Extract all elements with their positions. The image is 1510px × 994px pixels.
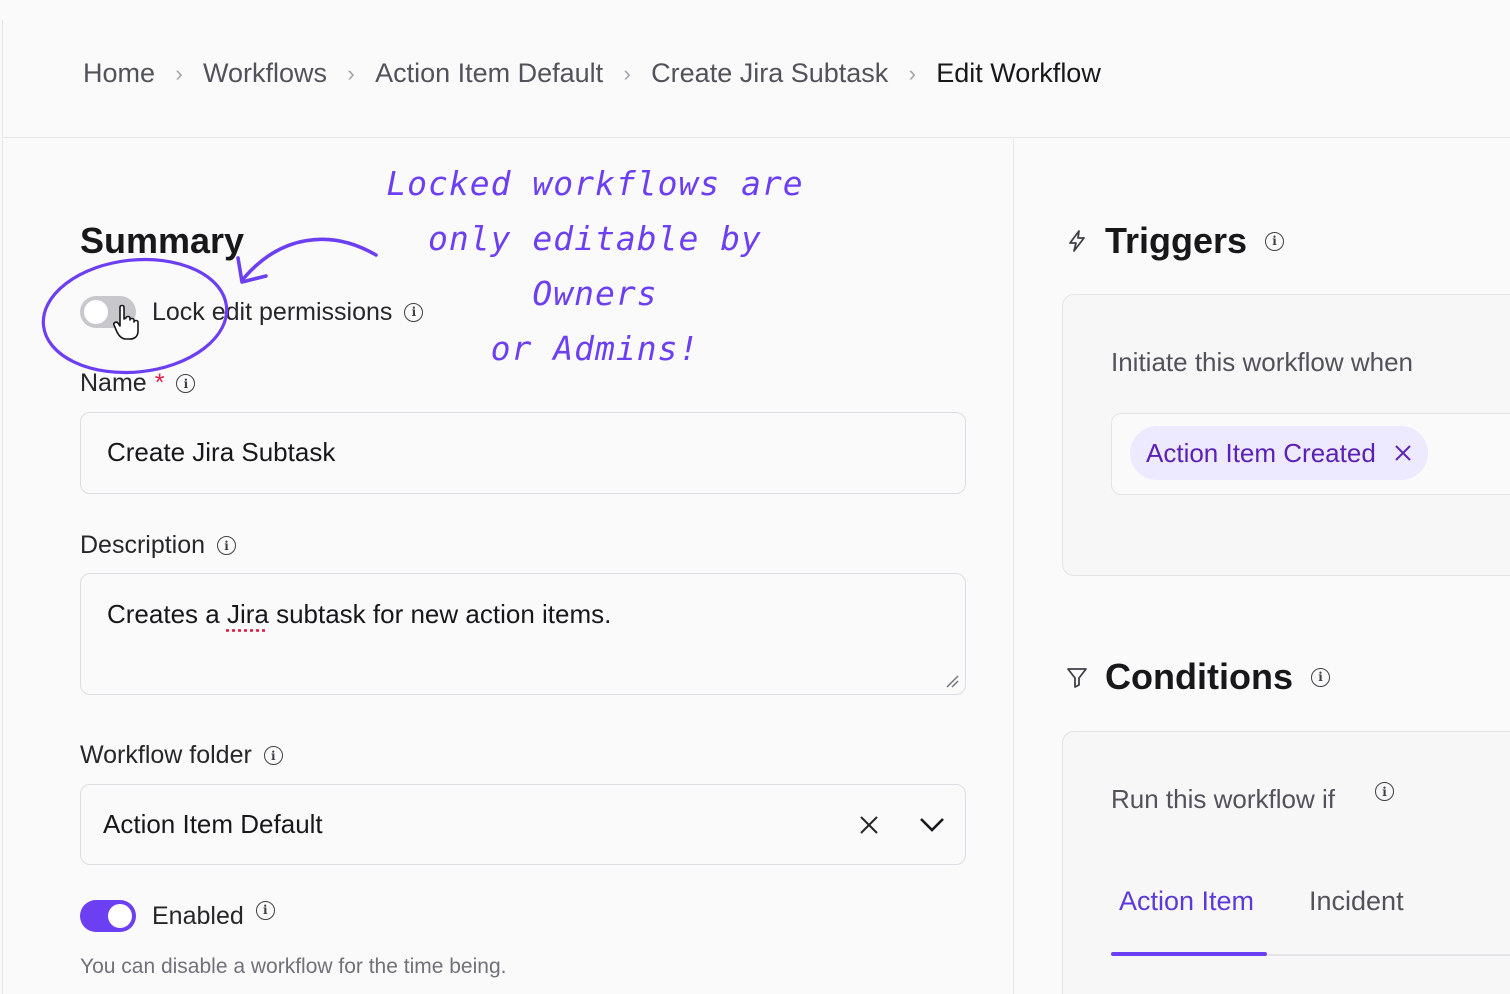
description-text: Creates a Jira subtask for new action it… bbox=[107, 599, 611, 630]
breadcrumb-workflows[interactable]: Workflows bbox=[203, 58, 327, 89]
spellcheck-word: Jira bbox=[226, 599, 269, 629]
tab-divider bbox=[1267, 954, 1510, 956]
chevron-right-icon: › bbox=[175, 60, 183, 86]
page-header: Home › Workflows › Action Item Default ›… bbox=[2, 20, 1510, 138]
annotation-line: Locked workflows are bbox=[386, 164, 804, 203]
description-label-row: Description i bbox=[80, 531, 237, 560]
description-label: Description bbox=[80, 531, 206, 559]
triggers-heading: Triggers i bbox=[1065, 220, 1285, 262]
triggers-card: Initiate this workflow when Action Item … bbox=[1062, 294, 1510, 576]
conditions-title: Conditions bbox=[1105, 656, 1293, 697]
folder-select[interactable]: Action Item Default bbox=[80, 784, 966, 865]
conditions-card: Run this workflow if i Action Item Incid… bbox=[1062, 731, 1510, 994]
chevron-right-icon: › bbox=[908, 60, 916, 86]
tab-incident[interactable]: Incident bbox=[1309, 886, 1404, 917]
enabled-label: Enabled bbox=[152, 901, 244, 930]
chevron-down-icon[interactable] bbox=[919, 815, 945, 833]
info-icon[interactable]: i bbox=[217, 536, 237, 555]
filter-icon bbox=[1067, 668, 1087, 688]
name-input[interactable]: Create Jira Subtask bbox=[80, 412, 966, 494]
breadcrumb-workflow[interactable]: Create Jira Subtask bbox=[651, 58, 888, 89]
name-label-row: Name * i bbox=[80, 369, 196, 398]
triggers-title: Triggers bbox=[1105, 220, 1248, 261]
summary-title: Summary bbox=[80, 220, 245, 261]
enabled-row: Enabled i bbox=[80, 900, 275, 932]
folder-label-row: Workflow folder i bbox=[80, 741, 283, 770]
annotation-line: only editable by Owners bbox=[428, 219, 762, 313]
enabled-help-text: You can disable a workflow for the time … bbox=[80, 955, 507, 978]
name-label: Name bbox=[80, 369, 147, 397]
info-icon[interactable]: i bbox=[176, 374, 196, 393]
annotation-line: or Admins! bbox=[490, 329, 700, 368]
info-icon[interactable]: i bbox=[263, 746, 283, 765]
toggle-knob bbox=[84, 300, 108, 324]
lock-permissions-label: Lock edit permissions bbox=[152, 297, 393, 326]
description-text-start: Creates a bbox=[107, 599, 227, 629]
trigger-chip[interactable]: Action Item Created bbox=[1130, 426, 1428, 480]
triggers-prompt: Initiate this workflow when bbox=[1111, 347, 1414, 377]
description-text-end: subtask for new action items. bbox=[268, 599, 612, 629]
breadcrumb: Home › Workflows › Action Item Default ›… bbox=[83, 58, 1101, 89]
resize-handle-icon[interactable] bbox=[945, 674, 959, 688]
enabled-toggle[interactable] bbox=[80, 900, 136, 932]
conditions-prompt: Run this workflow if bbox=[1111, 784, 1335, 814]
triggers-select[interactable]: Action Item Created bbox=[1111, 413, 1510, 495]
active-tab-indicator bbox=[1111, 952, 1267, 956]
chevron-right-icon: › bbox=[347, 60, 355, 86]
info-icon[interactable]: i bbox=[1265, 231, 1285, 251]
info-icon[interactable]: i bbox=[1310, 667, 1330, 687]
lock-permissions-toggle[interactable] bbox=[80, 296, 136, 328]
close-icon[interactable] bbox=[859, 815, 879, 835]
conditions-heading: Conditions i bbox=[1065, 656, 1330, 698]
tab-action-item[interactable]: Action Item bbox=[1119, 886, 1254, 917]
breadcrumb-folder[interactable]: Action Item Default bbox=[375, 58, 603, 89]
annotation-note: Locked workflows are only editable by Ow… bbox=[360, 156, 830, 376]
info-icon[interactable]: i bbox=[255, 900, 275, 920]
breadcrumb-current: Edit Workflow bbox=[936, 58, 1101, 88]
folder-select-value: Action Item Default bbox=[103, 809, 323, 839]
info-icon[interactable]: i bbox=[1375, 782, 1394, 801]
toggle-knob bbox=[108, 904, 132, 928]
description-textarea[interactable]: Creates a Jira subtask for new action it… bbox=[80, 573, 966, 695]
lightning-icon bbox=[1069, 230, 1085, 252]
folder-label: Workflow folder bbox=[80, 741, 252, 769]
chevron-right-icon: › bbox=[623, 60, 631, 86]
close-icon[interactable] bbox=[1394, 444, 1412, 462]
name-input-value: Create Jira Subtask bbox=[107, 437, 336, 467]
trigger-chip-label: Action Item Created bbox=[1146, 437, 1376, 468]
breadcrumb-home[interactable]: Home bbox=[83, 58, 155, 89]
required-mark: * bbox=[154, 369, 165, 397]
